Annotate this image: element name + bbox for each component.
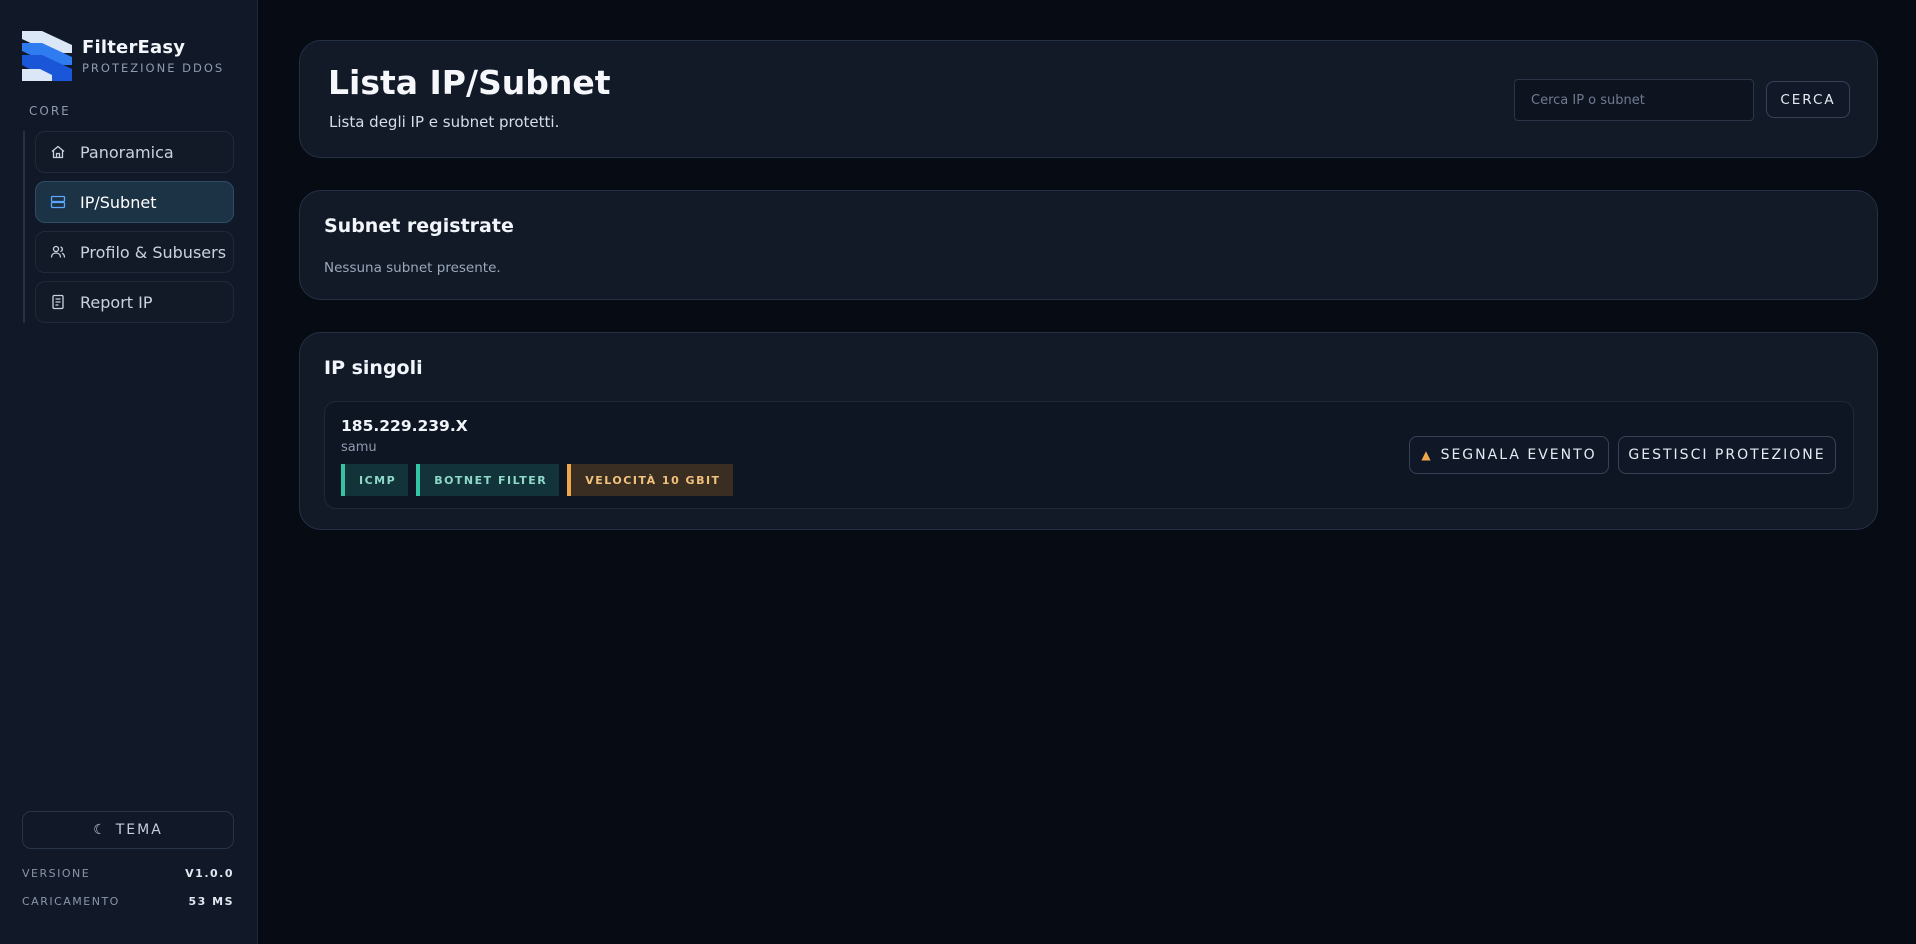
report-event-label: SEGNALA EVENTO bbox=[1440, 447, 1597, 463]
sidebar-item-report-ip[interactable]: Report IP bbox=[35, 281, 234, 323]
sidebar-nav: Panoramica IP/Subnet Profilo & Subusers … bbox=[35, 131, 234, 331]
subnet-empty-text: Nessuna subnet presente. bbox=[324, 260, 501, 276]
nav-rail bbox=[23, 131, 25, 323]
subnet-panel-title: Subnet registrate bbox=[324, 215, 514, 237]
tag-icmp: ICMP bbox=[341, 464, 409, 496]
search-input[interactable] bbox=[1514, 79, 1754, 121]
search-button[interactable]: CERCA bbox=[1766, 81, 1850, 118]
tag-speed: VELOCITÀ 10 GBIT bbox=[567, 464, 733, 496]
document-icon bbox=[50, 294, 66, 310]
tag-botnet-filter: BOTNET FILTER bbox=[416, 464, 560, 496]
ip-panel: IP singoli 185.229.239.X samu ICMP BOTNE… bbox=[299, 332, 1878, 530]
load-key: CARICAMENTO bbox=[22, 895, 120, 908]
page-header: Lista IP/Subnet Lista degli IP e subnet … bbox=[299, 40, 1878, 158]
version-value: V1.0.0 bbox=[185, 867, 234, 880]
version-row: VERSIONE V1.0.0 bbox=[22, 867, 234, 880]
manage-protection-button[interactable]: GESTISCI PROTEZIONE bbox=[1618, 436, 1836, 474]
load-value: 53 MS bbox=[188, 895, 234, 908]
sidebar-item-label: Report IP bbox=[80, 292, 153, 312]
load-time-row: CARICAMENTO 53 MS bbox=[22, 895, 234, 908]
ip-panel-title: IP singoli bbox=[324, 357, 423, 379]
protection-tags: ICMP BOTNET FILTER VELOCITÀ 10 GBIT bbox=[341, 464, 733, 496]
page-title: Lista IP/Subnet bbox=[328, 63, 611, 102]
sidebar-item-label: Panoramica bbox=[80, 142, 174, 162]
ip-list-item: 185.229.239.X samu ICMP BOTNET FILTER VE… bbox=[324, 401, 1854, 509]
sidebar: FilterEasy PROTEZIONE DDOS CORE Panorami… bbox=[0, 0, 258, 944]
sidebar-item-profilo[interactable]: Profilo & Subusers bbox=[35, 231, 234, 273]
warning-icon: ▲ bbox=[1421, 448, 1433, 462]
brand-name: FilterEasy bbox=[82, 37, 186, 58]
sidebar-item-panoramica[interactable]: Panoramica bbox=[35, 131, 234, 173]
users-icon bbox=[50, 244, 66, 260]
theme-label: TEMA bbox=[115, 822, 163, 838]
brand[interactable]: FilterEasy PROTEZIONE DDOS bbox=[22, 31, 224, 81]
nav-section-label: CORE bbox=[29, 104, 71, 118]
theme-toggle-button[interactable]: ☾ TEMA bbox=[22, 811, 234, 849]
subnet-panel: Subnet registrate Nessuna subnet present… bbox=[299, 190, 1878, 300]
moon-icon: ☾ bbox=[93, 822, 108, 838]
sidebar-item-label: IP/Subnet bbox=[80, 192, 157, 212]
sidebar-item-label: Profilo & Subusers bbox=[80, 242, 227, 262]
report-event-button[interactable]: ▲ SEGNALA EVENTO bbox=[1409, 436, 1609, 474]
version-key: VERSIONE bbox=[22, 867, 91, 880]
home-icon bbox=[50, 144, 66, 160]
sidebar-item-ip-subnet[interactable]: IP/Subnet bbox=[35, 181, 234, 223]
page-subtitle: Lista degli IP e subnet protetti. bbox=[329, 113, 560, 131]
filtereasy-logo bbox=[22, 31, 72, 81]
brand-subtitle: PROTEZIONE DDOS bbox=[82, 61, 225, 75]
server-icon bbox=[50, 194, 66, 210]
ip-address: 185.229.239.X bbox=[341, 417, 468, 435]
ip-owner: samu bbox=[341, 440, 377, 455]
